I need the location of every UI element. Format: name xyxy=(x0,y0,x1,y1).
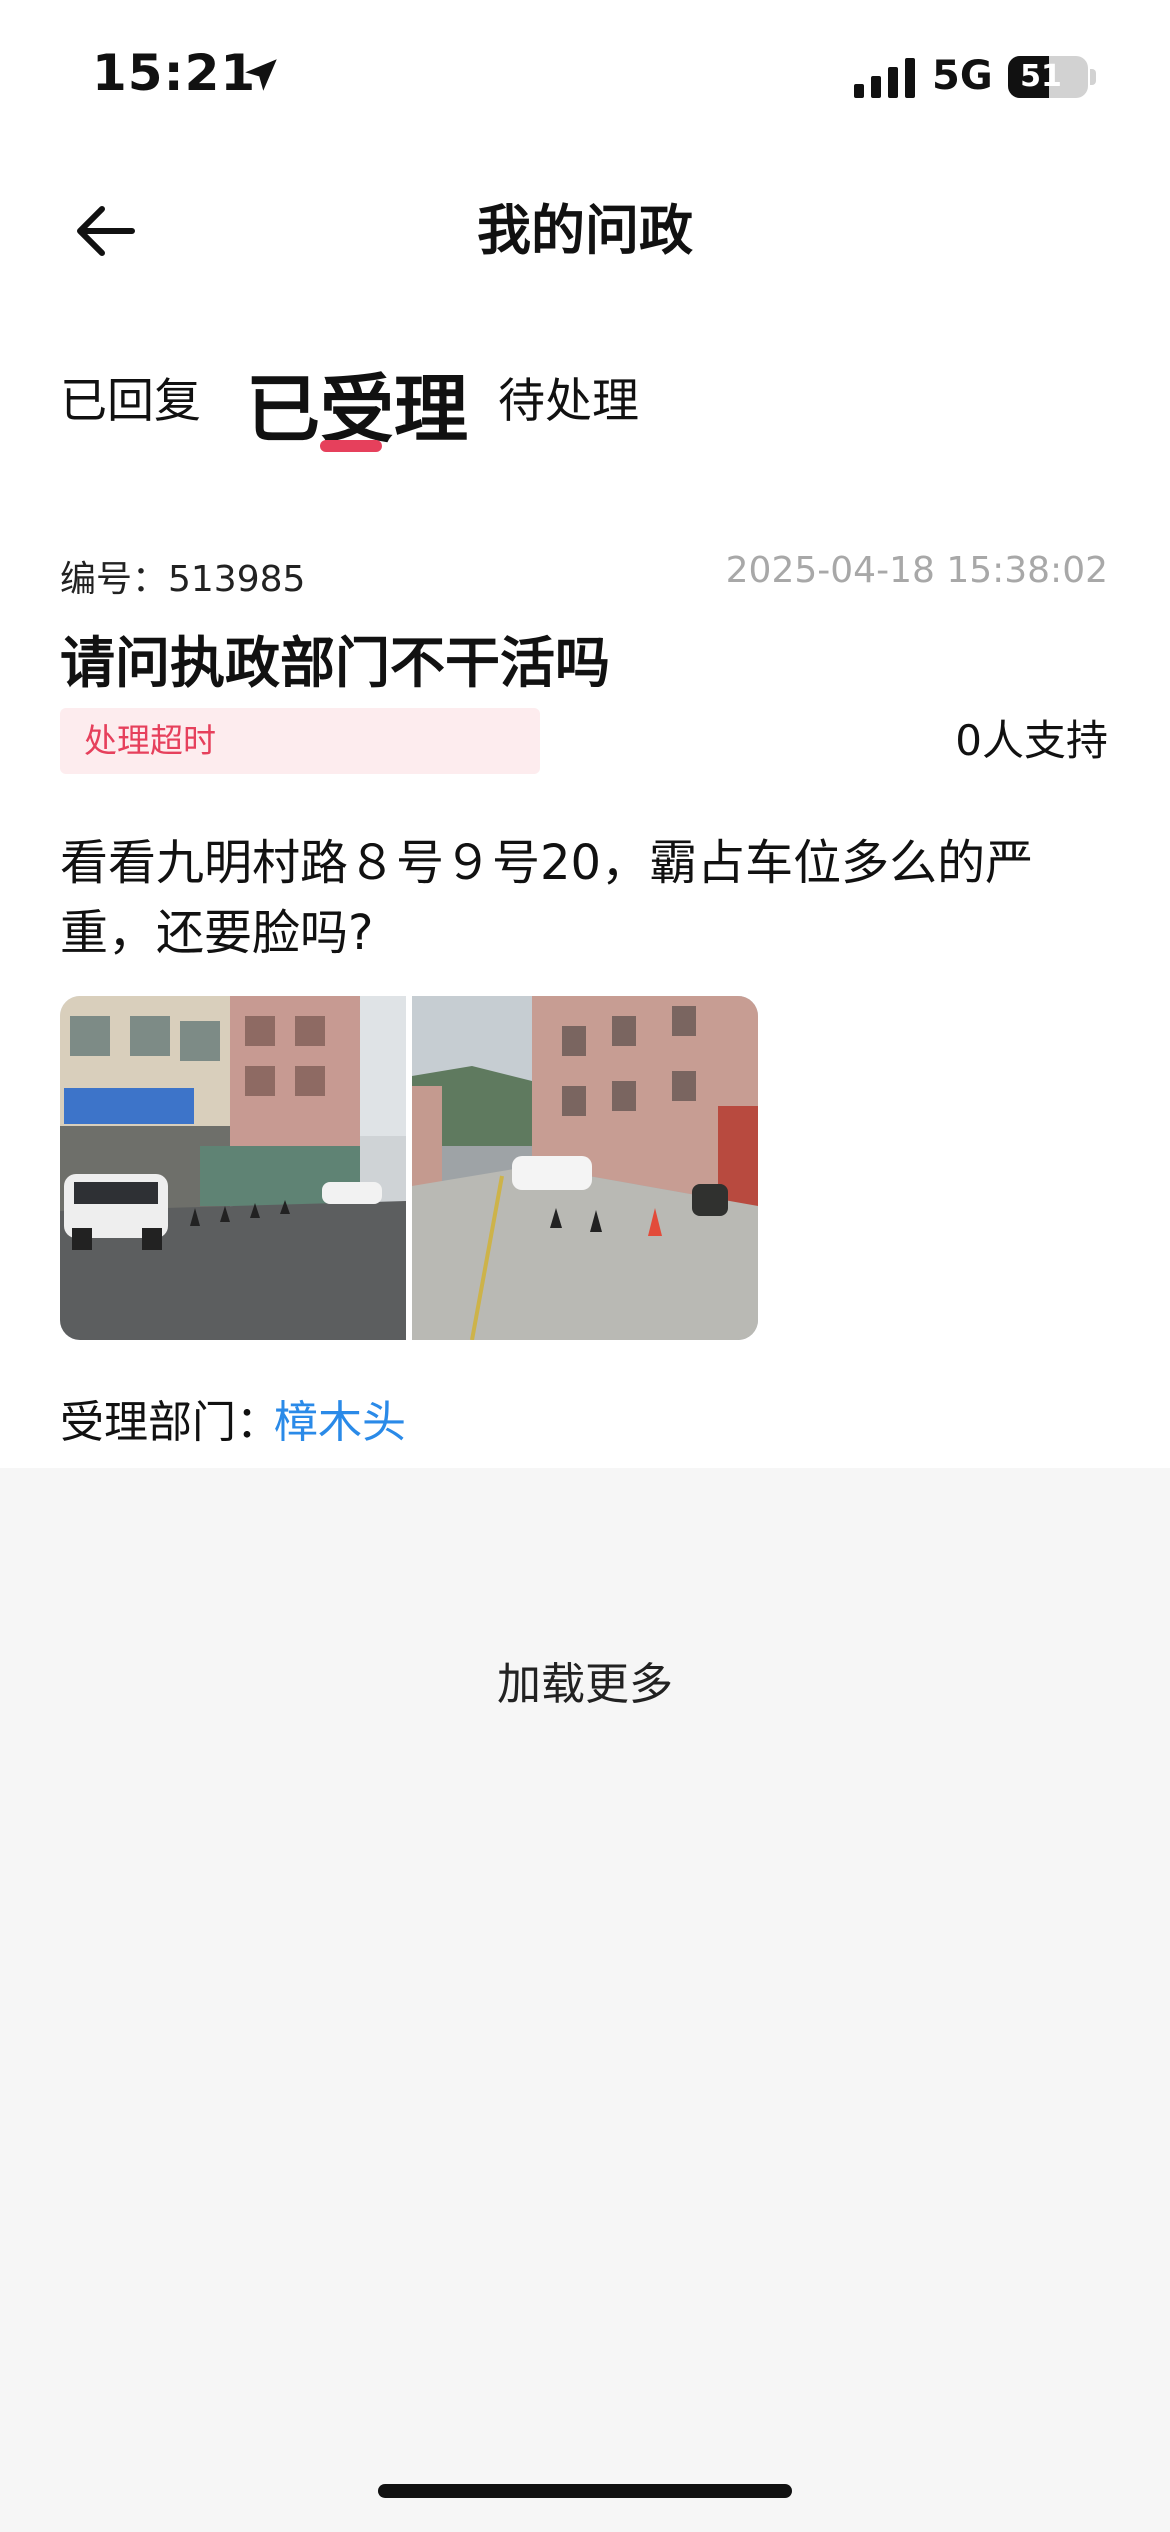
battery-icon: 51 xyxy=(1008,56,1088,98)
page-title: 我的问政 xyxy=(477,199,693,262)
status-time: 15:21 xyxy=(92,44,257,102)
status-badge: 处理超时 xyxy=(60,708,540,774)
tab-pending[interactable]: 待处理 xyxy=(498,362,639,431)
item-number: 编号：513985 xyxy=(60,559,306,600)
attached-photo[interactable] xyxy=(412,996,758,1340)
battery-level: 51 xyxy=(1020,59,1062,94)
active-tab-indicator xyxy=(320,440,382,452)
cellular-signal-icon xyxy=(854,58,915,98)
attached-photo[interactable] xyxy=(60,996,406,1340)
network-type: 5G xyxy=(932,53,993,99)
tab-replied[interactable]: 已回复 xyxy=(60,362,201,431)
location-arrow-icon xyxy=(245,59,277,91)
back-arrow-icon[interactable] xyxy=(66,196,146,266)
status-bar: 15:21 5G 51 xyxy=(0,0,1170,150)
support-count: 0人支持 xyxy=(955,716,1108,765)
item-content: 看看九明村路８号９号20，霸占车位多么的严重，还要脸吗? xyxy=(60,835,1034,961)
department-link[interactable]: 樟木头 xyxy=(274,1386,406,1450)
item-title[interactable]: 请问执政部门不干活吗 xyxy=(60,618,610,698)
item-timestamp: 2025-04-18 15:38:02 xyxy=(725,550,1108,591)
battery-tip xyxy=(1090,69,1096,85)
department-label: 受理部门： xyxy=(60,1397,280,1448)
home-indicator xyxy=(378,2484,792,2498)
status-badge-text: 处理超时 xyxy=(84,721,216,760)
load-more-button[interactable]: 加载更多 xyxy=(0,1648,1170,1712)
